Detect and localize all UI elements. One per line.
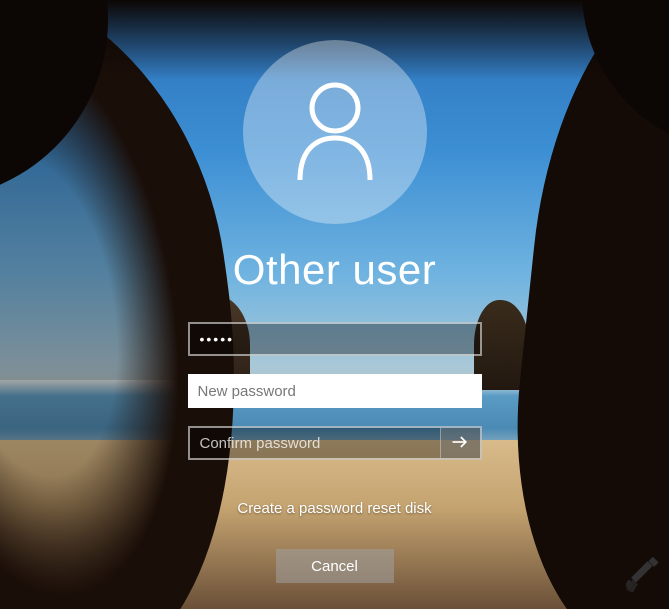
hammer-wrench-icon xyxy=(621,583,661,600)
site-watermark xyxy=(621,556,661,601)
password-change-form: Create a password reset disk xyxy=(188,322,482,517)
confirm-password-row xyxy=(188,426,482,460)
submit-button[interactable] xyxy=(440,428,480,458)
user-icon xyxy=(290,80,380,185)
login-panel: Other user Create a password reset disk … xyxy=(0,0,669,609)
arrow-right-icon xyxy=(450,432,470,455)
account-name: Other user xyxy=(233,246,436,294)
create-reset-disk-link[interactable]: Create a password reset disk xyxy=(237,500,431,517)
cancel-button[interactable]: Cancel xyxy=(276,549,394,583)
confirm-password-input[interactable] xyxy=(190,428,440,458)
new-password-input[interactable] xyxy=(188,374,482,408)
current-password-input[interactable] xyxy=(188,322,482,356)
user-avatar xyxy=(243,40,427,224)
